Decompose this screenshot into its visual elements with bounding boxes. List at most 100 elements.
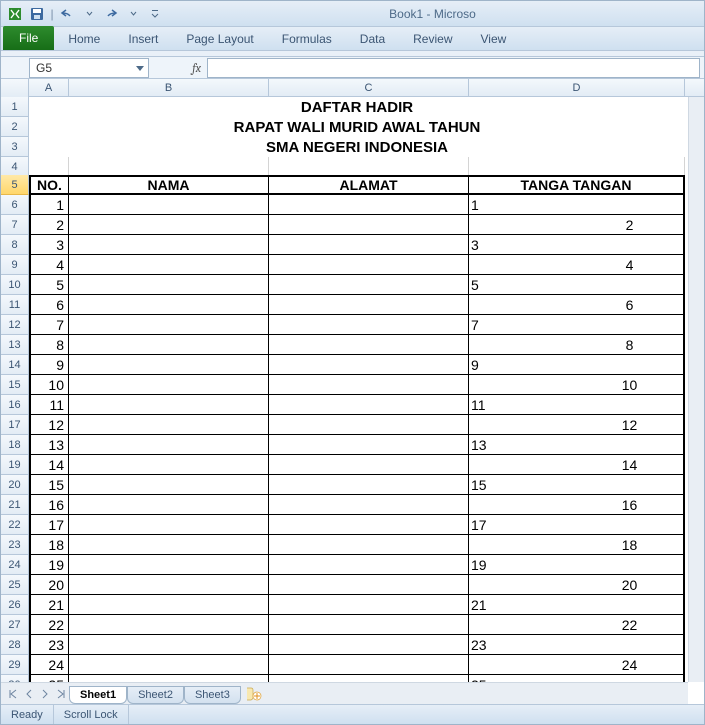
select-all-corner[interactable] bbox=[1, 79, 29, 97]
tab-home[interactable]: Home bbox=[54, 28, 114, 50]
col-header-B[interactable]: B bbox=[69, 79, 269, 97]
cell-alamat[interactable] bbox=[269, 615, 469, 635]
cell-tanda-tangan[interactable]: 20 bbox=[469, 575, 685, 595]
row-header-25[interactable]: 25 bbox=[1, 575, 29, 595]
cell-no[interactable]: 13 bbox=[29, 435, 69, 455]
cell-no[interactable]: 11 bbox=[29, 395, 69, 415]
cell-tanda-tangan[interactable]: 5 bbox=[469, 275, 685, 295]
col-header-D[interactable]: D bbox=[469, 79, 685, 97]
cell-no[interactable]: 22 bbox=[29, 615, 69, 635]
cell-no[interactable]: 18 bbox=[29, 535, 69, 555]
sheet-tab-1[interactable]: Sheet1 bbox=[69, 686, 127, 704]
cell[interactable] bbox=[469, 157, 685, 177]
cell-nama[interactable] bbox=[69, 395, 269, 415]
cell-tanda-tangan[interactable]: 1 bbox=[469, 195, 685, 215]
row-header-28[interactable]: 28 bbox=[1, 635, 29, 655]
row-header-13[interactable]: 13 bbox=[1, 335, 29, 355]
vertical-scrollbar[interactable] bbox=[688, 97, 704, 682]
row-header-15[interactable]: 15 bbox=[1, 375, 29, 395]
row-header-9[interactable]: 9 bbox=[1, 255, 29, 275]
cell-nama[interactable] bbox=[69, 375, 269, 395]
cell-nama[interactable] bbox=[69, 515, 269, 535]
undo-dropdown-icon[interactable] bbox=[79, 4, 99, 24]
cell-nama[interactable] bbox=[69, 615, 269, 635]
cell-alamat[interactable] bbox=[269, 375, 469, 395]
row-header-14[interactable]: 14 bbox=[1, 355, 29, 375]
cell-tanda-tangan[interactable]: 10 bbox=[469, 375, 685, 395]
cell-alamat[interactable] bbox=[269, 515, 469, 535]
cell-alamat[interactable] bbox=[269, 575, 469, 595]
cell-nama[interactable] bbox=[69, 495, 269, 515]
row-header-27[interactable]: 27 bbox=[1, 615, 29, 635]
cell-alamat[interactable] bbox=[269, 195, 469, 215]
cell-no[interactable]: 3 bbox=[29, 235, 69, 255]
row-header-3[interactable]: 3 bbox=[1, 137, 29, 157]
cell-alamat[interactable] bbox=[269, 215, 469, 235]
cell-no[interactable]: 23 bbox=[29, 635, 69, 655]
cell-no[interactable]: 20 bbox=[29, 575, 69, 595]
row-header-21[interactable]: 21 bbox=[1, 495, 29, 515]
row-header-19[interactable]: 19 bbox=[1, 455, 29, 475]
cell-no[interactable]: 17 bbox=[29, 515, 69, 535]
cell-alamat[interactable] bbox=[269, 555, 469, 575]
col-header-C[interactable]: C bbox=[269, 79, 469, 97]
cell-tanda-tangan[interactable]: 15 bbox=[469, 475, 685, 495]
title-line-2[interactable]: SMA NEGERI INDONESIA bbox=[29, 137, 685, 157]
cell-alamat[interactable] bbox=[269, 335, 469, 355]
col-header-A[interactable]: A bbox=[29, 79, 69, 97]
cell-nama[interactable] bbox=[69, 415, 269, 435]
row-header-1[interactable]: 1 bbox=[1, 97, 29, 117]
cell-tanda-tangan[interactable]: 2 bbox=[469, 215, 685, 235]
row-header-11[interactable]: 11 bbox=[1, 295, 29, 315]
tab-view[interactable]: View bbox=[467, 28, 521, 50]
cell-alamat[interactable] bbox=[269, 275, 469, 295]
header-no[interactable]: NO. bbox=[29, 175, 69, 195]
cell-no[interactable]: 10 bbox=[29, 375, 69, 395]
cell-tanda-tangan[interactable]: 3 bbox=[469, 235, 685, 255]
header-alamat[interactable]: ALAMAT bbox=[269, 175, 469, 195]
row-header-5[interactable]: 5 bbox=[1, 175, 29, 195]
row-header-29[interactable]: 29 bbox=[1, 655, 29, 675]
cell-tanda-tangan[interactable]: 12 bbox=[469, 415, 685, 435]
sheet-nav-last-icon[interactable] bbox=[53, 686, 69, 702]
grid[interactable]: A B C D 1 DAFTAR HADIR 2 RAPAT WALI MURI… bbox=[1, 79, 704, 704]
cell-alamat[interactable] bbox=[269, 535, 469, 555]
cell-tanda-tangan[interactable]: 13 bbox=[469, 435, 685, 455]
cell-tanda-tangan[interactable]: 21 bbox=[469, 595, 685, 615]
name-box[interactable]: G5 bbox=[29, 58, 149, 78]
cell-alamat[interactable] bbox=[269, 655, 469, 675]
cell-tanda-tangan[interactable]: 19 bbox=[469, 555, 685, 575]
cell-nama[interactable] bbox=[69, 235, 269, 255]
undo-icon[interactable] bbox=[57, 4, 77, 24]
title-line-1[interactable]: RAPAT WALI MURID AWAL TAHUN bbox=[29, 117, 685, 137]
cell-nama[interactable] bbox=[69, 555, 269, 575]
row-header-12[interactable]: 12 bbox=[1, 315, 29, 335]
row-header-8[interactable]: 8 bbox=[1, 235, 29, 255]
cell-alamat[interactable] bbox=[269, 295, 469, 315]
cell-no[interactable]: 19 bbox=[29, 555, 69, 575]
cell-alamat[interactable] bbox=[269, 495, 469, 515]
cell-alamat[interactable] bbox=[269, 455, 469, 475]
row-header-18[interactable]: 18 bbox=[1, 435, 29, 455]
cell-no[interactable]: 9 bbox=[29, 355, 69, 375]
tab-data[interactable]: Data bbox=[346, 28, 399, 50]
cell-alamat[interactable] bbox=[269, 355, 469, 375]
cell-nama[interactable] bbox=[69, 255, 269, 275]
row-header-22[interactable]: 22 bbox=[1, 515, 29, 535]
sheet-nav-next-icon[interactable] bbox=[37, 686, 53, 702]
cell-tanda-tangan[interactable]: 7 bbox=[469, 315, 685, 335]
cell-nama[interactable] bbox=[69, 535, 269, 555]
cell-alamat[interactable] bbox=[269, 475, 469, 495]
cell[interactable] bbox=[69, 157, 269, 177]
sheet-nav-prev-icon[interactable] bbox=[21, 686, 37, 702]
row-header-2[interactable]: 2 bbox=[1, 117, 29, 137]
cell-tanda-tangan[interactable]: 11 bbox=[469, 395, 685, 415]
tab-insert[interactable]: Insert bbox=[114, 28, 172, 50]
cell-no[interactable]: 6 bbox=[29, 295, 69, 315]
cell-no[interactable]: 12 bbox=[29, 415, 69, 435]
cell-no[interactable]: 5 bbox=[29, 275, 69, 295]
cell-no[interactable]: 14 bbox=[29, 455, 69, 475]
cell-nama[interactable] bbox=[69, 315, 269, 335]
file-tab[interactable]: File bbox=[3, 26, 54, 50]
row-header-24[interactable]: 24 bbox=[1, 555, 29, 575]
